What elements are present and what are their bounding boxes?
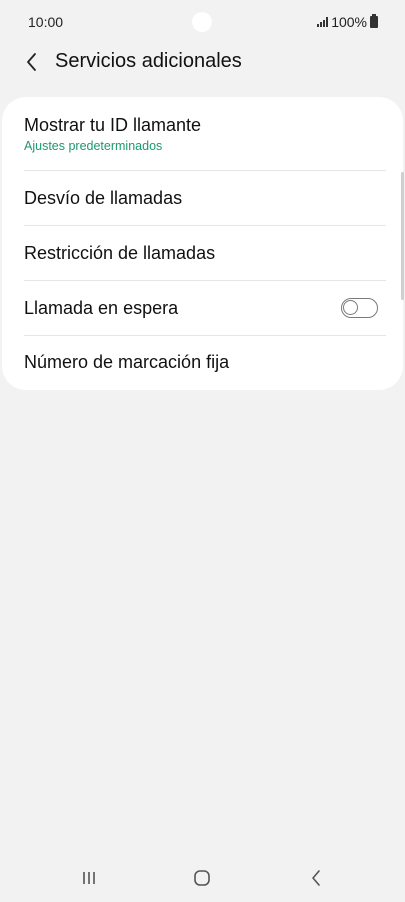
call-waiting-toggle[interactable] <box>341 298 378 318</box>
setting-call-forwarding[interactable]: Desvío de llamadas <box>2 171 403 226</box>
app-header: Servicios adicionales <box>0 40 405 84</box>
setting-label: Restricción de llamadas <box>24 243 216 263</box>
scrollbar[interactable] <box>401 172 404 300</box>
status-indicators: 100% <box>317 14 378 30</box>
battery-icon <box>370 14 378 28</box>
setting-subtitle: Ajustes predeterminados <box>24 139 163 153</box>
chevron-left-icon <box>27 53 36 71</box>
status-bar: 10:00 100% <box>0 0 405 44</box>
nav-back-icon <box>312 870 320 886</box>
setting-fixed-dialing[interactable]: Número de marcación fija <box>2 336 403 390</box>
setting-label: Llamada en espera <box>24 298 179 318</box>
recents-icon <box>83 872 95 884</box>
toggle-knob <box>343 300 358 315</box>
battery-percentage: 100% <box>331 14 367 30</box>
setting-caller-id[interactable]: Mostrar tu ID llamante Ajustes predeterm… <box>2 97 403 171</box>
setting-call-waiting[interactable]: Llamada en espera <box>2 281 403 336</box>
setting-call-barring[interactable]: Restricción de llamadas <box>2 226 403 281</box>
navigation-bar <box>0 854 405 902</box>
signal-icon <box>317 17 329 27</box>
setting-label: Mostrar tu ID llamante <box>24 115 202 135</box>
page-title: Servicios adicionales <box>55 50 242 72</box>
recents-button[interactable] <box>69 864 109 892</box>
nav-back-button[interactable] <box>296 864 336 892</box>
screen: 10:00 100% Servicios adicionales Mostrar… <box>0 0 405 902</box>
settings-list: Mostrar tu ID llamante Ajustes predeterm… <box>2 97 403 390</box>
status-time: 10:00 <box>28 14 64 30</box>
home-button[interactable] <box>182 864 222 892</box>
back-button[interactable] <box>18 48 46 76</box>
home-icon <box>194 870 210 886</box>
setting-label: Número de marcación fija <box>24 352 230 372</box>
setting-label: Desvío de llamadas <box>24 188 183 208</box>
front-camera <box>192 12 212 32</box>
